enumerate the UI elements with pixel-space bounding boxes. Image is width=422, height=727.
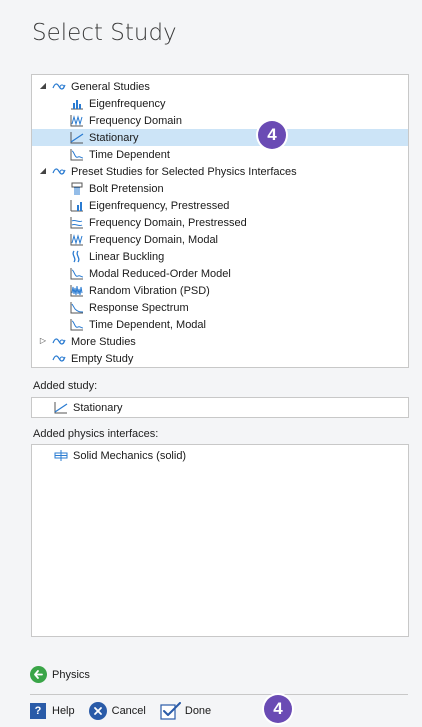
tree-row[interactable]: ◢ Preset Studies for Selected Physics Int… bbox=[32, 163, 408, 180]
done-check-icon bbox=[160, 702, 182, 720]
random-vibration-icon bbox=[70, 284, 84, 297]
cancel-button[interactable]: Cancel bbox=[88, 702, 146, 720]
tree-row[interactable]: Eigenfrequency bbox=[32, 95, 408, 112]
tree-row-label: Frequency Domain, Modal bbox=[89, 233, 219, 246]
added-study-label: Added study: bbox=[33, 380, 98, 392]
list-item[interactable]: Solid Mechanics (solid) bbox=[54, 449, 186, 462]
tree-row-label: Stationary bbox=[89, 131, 139, 144]
tree-row[interactable]: Time Dependent, Modal bbox=[32, 316, 408, 333]
cancel-icon bbox=[88, 702, 107, 720]
tree-row[interactable]: Frequency Domain bbox=[32, 112, 408, 129]
stationary-icon bbox=[70, 131, 84, 144]
tree-row[interactable]: Frequency Domain, Modal bbox=[32, 231, 408, 248]
tree-row-label: Modal Reduced-Order Model bbox=[89, 267, 231, 280]
tree-row[interactable]: Bolt Pretension bbox=[32, 180, 408, 197]
frequency-domain-icon bbox=[70, 233, 84, 246]
tree-row-label: Frequency Domain, Prestressed bbox=[89, 216, 247, 229]
tree-row[interactable]: Time Dependent bbox=[32, 146, 408, 163]
step-badge-tree: 4 bbox=[258, 121, 286, 149]
tree-row[interactable]: Frequency Domain, Prestressed bbox=[32, 214, 408, 231]
frequency-domain-prestressed-icon bbox=[70, 216, 84, 229]
tree-row[interactable]: ◢ General Studies bbox=[32, 78, 408, 95]
study-tree[interactable]: ◢ General Studies Eigenfrequency Frequency … bbox=[31, 74, 409, 368]
tree-row[interactable]: ▷ More Studies bbox=[32, 333, 408, 350]
tree-row[interactable]: Empty Study bbox=[32, 350, 408, 367]
added-physics-list[interactable]: Solid Mechanics (solid) bbox=[31, 444, 409, 637]
tree-row-label: Eigenfrequency, Prestressed bbox=[89, 199, 230, 212]
cancel-label: Cancel bbox=[111, 705, 146, 717]
tree-row-label: Linear Buckling bbox=[89, 250, 165, 263]
solid-mechanics-icon bbox=[54, 449, 68, 462]
tree-row-label: General Studies bbox=[71, 80, 150, 93]
done-button[interactable]: Done bbox=[160, 702, 211, 720]
tree-row-label: Eigenfrequency bbox=[89, 97, 166, 110]
eigenfrequency-icon bbox=[70, 97, 84, 110]
time-dependent-icon bbox=[70, 318, 84, 331]
eigenfrequency-prestressed-icon bbox=[70, 199, 84, 212]
back-arrow-icon bbox=[30, 666, 47, 683]
study-group-icon bbox=[52, 80, 66, 93]
bolt-pretension-icon bbox=[70, 182, 84, 195]
tree-row-label: Empty Study bbox=[71, 352, 134, 365]
collapse-caret-icon[interactable]: ▷ bbox=[38, 336, 48, 346]
time-dependent-icon bbox=[70, 148, 84, 161]
help-label: Help bbox=[52, 705, 75, 717]
expand-caret-icon[interactable]: ◢ bbox=[38, 81, 48, 91]
added-study-field: Stationary bbox=[31, 397, 409, 418]
added-physics-label: Added physics interfaces: bbox=[33, 428, 159, 440]
physics-item-label: Solid Mechanics (solid) bbox=[73, 449, 187, 462]
tree-row-label: Time Dependent bbox=[89, 148, 170, 161]
physics-nav-label: Physics bbox=[52, 668, 90, 681]
tree-row-label: Random Vibration (PSD) bbox=[89, 284, 210, 297]
time-dependent-icon bbox=[70, 267, 84, 280]
help-icon: ? bbox=[30, 703, 46, 719]
study-group-icon bbox=[52, 335, 66, 348]
help-button[interactable]: ? Help bbox=[30, 703, 75, 719]
response-spectrum-icon bbox=[70, 301, 84, 314]
physics-nav-button[interactable]: Physics bbox=[30, 666, 90, 683]
tree-row-label: Bolt Pretension bbox=[89, 182, 164, 195]
done-label: Done bbox=[184, 705, 212, 717]
tree-row[interactable]: Linear Buckling bbox=[32, 248, 408, 265]
tree-row-label: Response Spectrum bbox=[89, 301, 189, 314]
page-title: Select Study bbox=[32, 20, 177, 46]
study-group-icon bbox=[52, 352, 66, 365]
stationary-icon bbox=[54, 401, 68, 414]
tree-row-label: Time Dependent, Modal bbox=[89, 318, 206, 331]
tree-row[interactable]: Modal Reduced-Order Model bbox=[32, 265, 408, 282]
study-group-icon bbox=[52, 165, 66, 178]
tree-row[interactable]: Stationary bbox=[32, 129, 408, 146]
tree-row-label: More Studies bbox=[71, 335, 136, 348]
step-badge-bottom: 4 bbox=[264, 695, 292, 723]
expand-caret-icon[interactable]: ◢ bbox=[38, 166, 48, 176]
tree-row[interactable]: Random Vibration (PSD) bbox=[32, 282, 408, 299]
linear-buckling-icon bbox=[70, 250, 84, 263]
tree-row-label: Frequency Domain bbox=[89, 114, 182, 127]
tree-row[interactable]: Eigenfrequency, Prestressed bbox=[32, 197, 408, 214]
divider bbox=[30, 694, 408, 695]
frequency-domain-icon bbox=[70, 114, 84, 127]
tree-row-label: Preset Studies for Selected Physics Inte… bbox=[71, 165, 297, 178]
added-study-value: Stationary bbox=[73, 401, 123, 414]
bottom-toolbar: ? Help Cancel Done bbox=[30, 702, 225, 720]
tree-row[interactable]: Response Spectrum bbox=[32, 299, 408, 316]
